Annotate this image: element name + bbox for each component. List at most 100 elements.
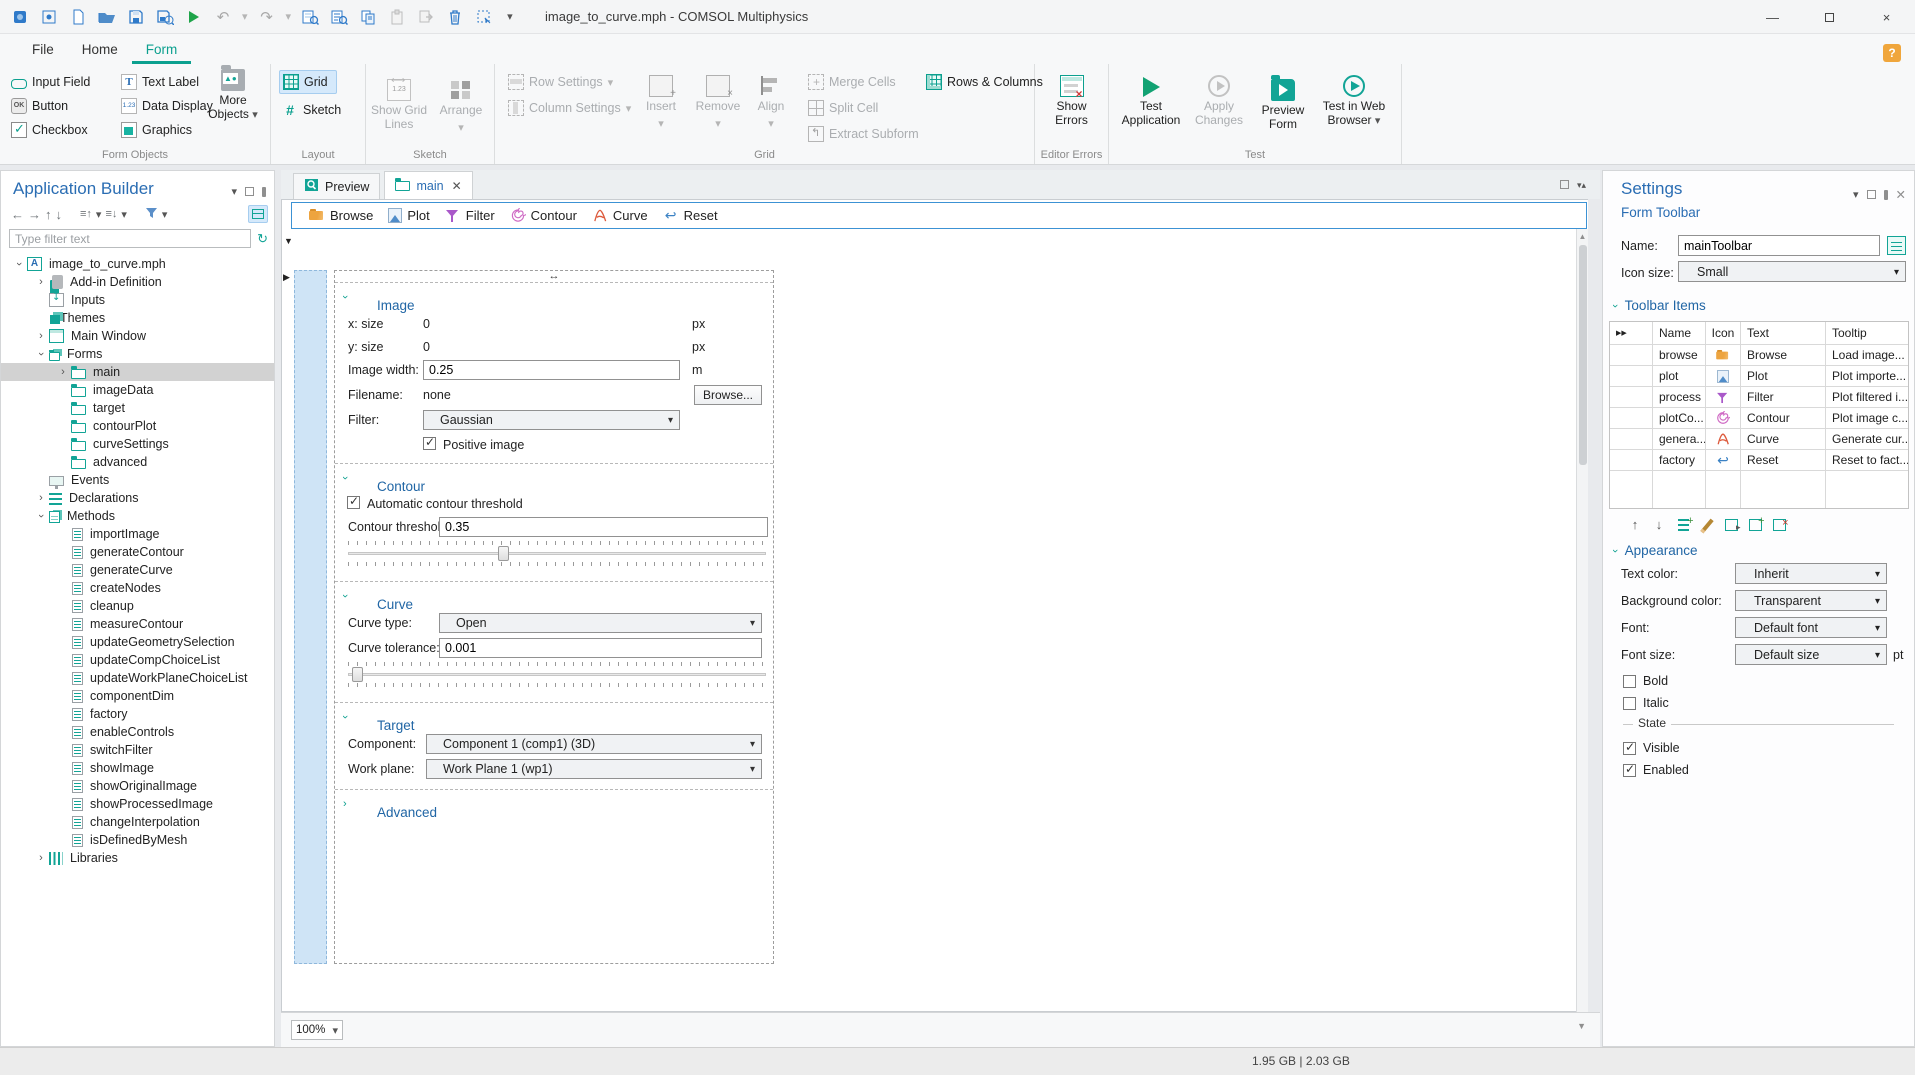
scrollbar-thumb[interactable] [1579,245,1587,465]
button-button[interactable]: OK Button [8,94,93,118]
curve-slider[interactable] [348,662,766,687]
icon-size-dropdown[interactable]: Small ▾ [1678,261,1906,282]
checkbox-button[interactable]: Checkbox [8,118,93,142]
input-field-button[interactable]: Input Field [8,70,93,94]
add-item-icon[interactable] [1675,514,1694,533]
table-row-factory[interactable]: factory ↩ Reset Reset to fact... [1610,449,1908,470]
add-toggle-item-icon[interactable] [1723,517,1741,535]
vertical-scrollbar[interactable]: ▲ ▼ [1576,229,1588,1042]
component-dropdown[interactable]: Component 1 (comp1) (3D) ▾ [426,734,762,754]
tree-item-enablecontrols[interactable]: enableControls [1,723,274,741]
tree-item-cleanup[interactable]: cleanup [1,597,274,615]
tree-item-createnodes[interactable]: createNodes [1,579,274,597]
tree-item-isdefinedbymesh[interactable]: isDefinedByMesh [1,831,274,849]
delete-item-icon[interactable] [1771,516,1789,533]
curve-tolerance-input[interactable] [439,638,762,658]
show-grid-icon[interactable] [248,205,268,223]
refresh-icon[interactable]: ↻ [257,231,268,247]
table-row-plotcontour[interactable]: plotCo... Contour Plot image c... [1610,407,1908,428]
find-icon[interactable] [329,7,349,27]
panel-menu-icon[interactable]: ▾ [231,185,237,198]
tree-item-generatecontour[interactable]: generateContour [1,543,274,561]
select-all-corner[interactable]: ▶▶ [1610,322,1652,344]
auto-threshold-checkbox[interactable] [347,494,360,509]
tree-item-updateworkplanechoicelist[interactable]: updateWorkPlaneChoiceList [1,669,274,687]
column-header-name[interactable]: Name [1652,322,1705,344]
close-tab-icon[interactable]: ✕ [452,179,462,193]
panel-menu-icon[interactable]: ▾ [1853,188,1859,201]
tree-item-factory[interactable]: factory [1,705,274,723]
select-region-icon[interactable] [474,7,494,27]
copy-icon[interactable] [358,7,378,27]
tree-item-showprocessedimage[interactable]: showProcessedImage [1,795,274,813]
slider-track[interactable] [348,552,766,555]
resize-handle-icon[interactable]: ↔ [549,270,560,282]
save-icon[interactable] [126,7,146,27]
bold-checkbox[interactable] [1623,674,1636,688]
selected-row-band[interactable] [294,270,327,964]
tree-item-main[interactable]: › main [1,363,274,381]
new-file-icon[interactable] [68,7,88,27]
tab-preview[interactable]: Preview [293,173,381,199]
minimize-icon[interactable]: — [1744,0,1801,34]
delete-icon[interactable] [445,7,465,27]
tree-item-declarations[interactable]: › Declarations [1,489,274,507]
table-row-process[interactable]: process Filter Plot filtered i... [1610,386,1908,407]
table-row-generatecurve[interactable]: genera... Curve Generate cur... [1610,428,1908,449]
tree-item-events[interactable]: Events [1,471,274,489]
tree-item-measurecontour[interactable]: measureContour [1,615,274,633]
more-objects-button[interactable]: More Objects ▾ [202,64,264,122]
scroll-down-icon[interactable]: ▼ [1577,1021,1586,1031]
contour-threshold-input[interactable] [439,517,768,537]
filter-toolbar-item[interactable]: Filter [441,208,499,223]
test-in-web-browser-button[interactable]: Test in Web Browser ▾ [1319,66,1389,128]
help-icon[interactable]: ? [1883,44,1901,62]
filter-icon[interactable] [145,207,158,222]
column-header-text[interactable]: Text [1740,322,1825,344]
collapse-section-icon[interactable]: › [339,476,351,480]
tree-item-showoriginalimage[interactable]: showOriginalImage [1,777,274,795]
collapse-section-icon[interactable]: › [339,594,351,598]
test-application-button[interactable]: Test Application [1117,66,1185,127]
sort-ascending-icon[interactable]: ≡↑ [80,208,92,220]
sort-descending-icon[interactable]: ≡↓ [105,208,117,220]
move-down-icon[interactable]: ↓ [56,207,63,222]
close-icon[interactable]: ✕ [1896,187,1906,202]
toolbar-row-placeholder[interactable]: ↔ [335,271,773,283]
tree-item-target[interactable]: target [1,399,274,417]
tree-item-libraries[interactable]: › Libraries [1,849,274,867]
column-header-tooltip[interactable]: Tooltip [1825,322,1908,344]
curve-toolbar-item[interactable]: Curve [588,208,652,223]
tree-item-themes[interactable]: Themes [1,309,274,327]
tree-item-mph[interactable]: › Aimage_to_curve.mph [1,255,274,273]
form-grid[interactable]: ↔ › Image x: size 0 px y: size 0 px Imag… [334,270,774,964]
collapse-section-icon[interactable]: › [339,295,351,299]
filter-input[interactable] [9,229,252,248]
table-row-browse[interactable]: browse Browse Load image... [1610,344,1908,365]
slider-track[interactable] [348,673,766,676]
font-dropdown[interactable]: Default font ▾ [1735,617,1887,638]
work-plane-dropdown[interactable]: Work Plane 1 (wp1) ▾ [426,759,762,779]
pin-icon[interactable] [1883,189,1888,200]
scroll-up-icon[interactable]: ▲ [1577,229,1588,241]
tree-item-inputs[interactable]: Inputs [1,291,274,309]
float-icon[interactable] [1866,190,1876,199]
name-input[interactable] [1678,235,1880,256]
italic-checkbox[interactable] [1623,696,1636,710]
move-up-icon[interactable]: ↑ [45,207,52,222]
tree-item-changeinterpolation[interactable]: changeInterpolation [1,813,274,831]
split-editor-icon[interactable]: ▾▴ [1577,180,1586,191]
enabled-checkbox[interactable] [1623,762,1636,777]
tree-item-curvesettings[interactable]: curveSettings [1,435,274,453]
run-icon[interactable] [184,7,204,27]
tree-item-imagedata[interactable]: imageData [1,381,274,399]
go-to-source-icon[interactable] [1887,236,1906,255]
browse-file-button[interactable]: Browse... [694,385,762,405]
tree-item-main-window[interactable]: › Main Window [1,327,274,345]
back-icon[interactable]: ← [11,207,24,222]
save-as-icon[interactable] [155,7,175,27]
tree-item-switchfilter[interactable]: switchFilter [1,741,274,759]
positive-image-checkbox[interactable] [423,435,436,450]
zoom-control[interactable]: 100% ▾ [291,1020,343,1040]
customize-chevron-icon[interactable]: ▾ [507,10,513,23]
